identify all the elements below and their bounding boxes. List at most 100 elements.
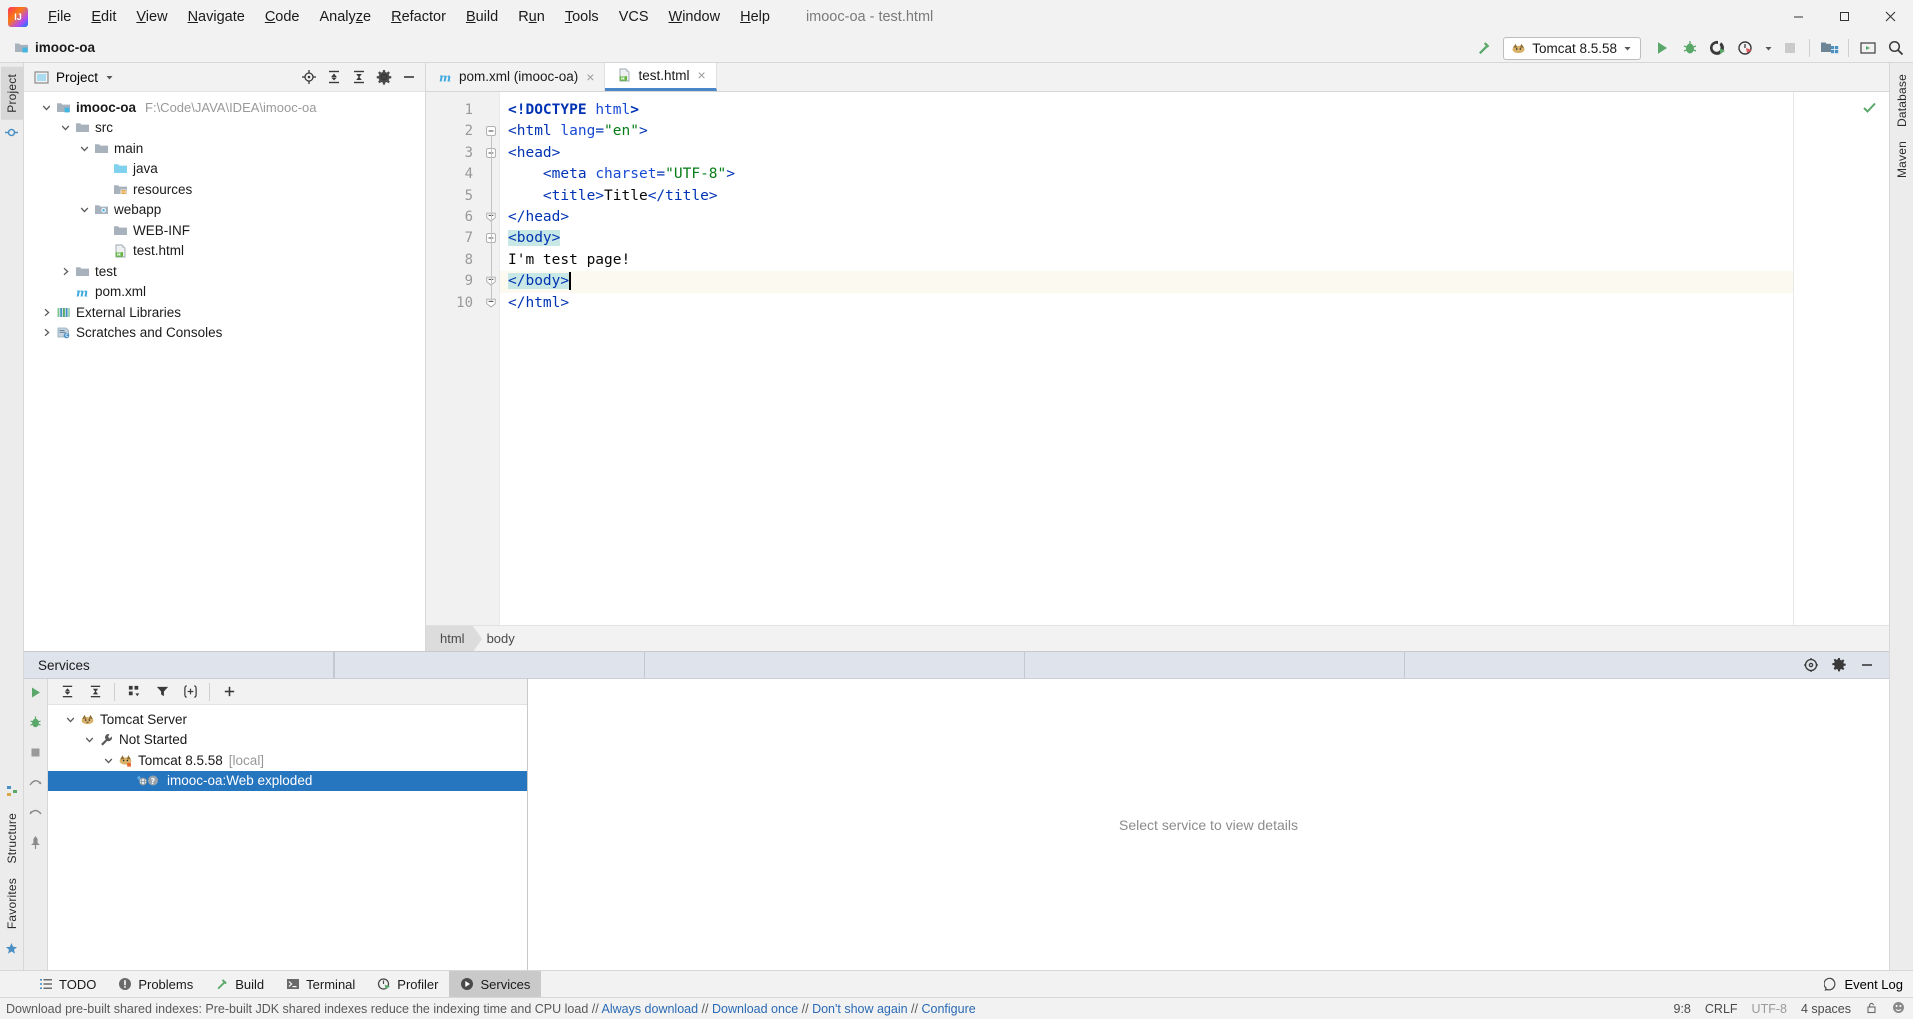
code-line-6[interactable]: </head> — [500, 207, 1889, 228]
stop-icon[interactable] — [1777, 36, 1803, 60]
caret-position[interactable]: 9:8 — [1674, 1002, 1691, 1016]
tool-window-button-todo[interactable]: TODO — [28, 971, 107, 998]
close-button[interactable] — [1867, 0, 1913, 33]
debug-icon[interactable] — [1677, 36, 1703, 60]
editor-tab-test.html[interactable]: Htest.html × — [605, 62, 717, 91]
project-tree-node-java[interactable]: java — [24, 159, 425, 180]
code-line-4[interactable]: <meta charset="UTF-8"> — [500, 164, 1889, 185]
new-tab-icon[interactable] — [177, 681, 203, 703]
status-link-always-download[interactable]: Always download — [601, 1002, 698, 1016]
menu-item-vcs[interactable]: VCS — [609, 6, 659, 28]
project-tree-node-pom-xml[interactable]: m pom.xml — [24, 282, 425, 303]
lock-icon[interactable] — [1865, 1001, 1878, 1017]
project-tree-node-webapp[interactable]: webapp — [24, 200, 425, 221]
services-tree-node-tomcat-8-5-58[interactable]: Tomcat 8.5.58 [local] — [48, 750, 527, 771]
search-everywhere-icon[interactable] — [1883, 36, 1909, 60]
project-tree-node-external-libraries[interactable]: External Libraries — [24, 302, 425, 323]
project-tree-node-src[interactable]: src — [24, 118, 425, 139]
services-tree-node-not-started[interactable]: Not Started — [48, 730, 527, 751]
breadcrumb-item-html[interactable]: html — [426, 626, 482, 652]
chevron-right-icon[interactable] — [38, 328, 54, 337]
run-icon[interactable] — [1649, 36, 1675, 60]
chevron-right-icon[interactable] — [57, 267, 73, 276]
favorites-star-icon[interactable] — [5, 942, 18, 958]
editor-tab-pom.xml[interactable]: m pom.xml (imooc-oa) × — [426, 62, 606, 91]
menu-item-tools[interactable]: Tools — [555, 6, 609, 28]
project-tree[interactable]: imooc-oa F:\Code\JAVA\IDEA\imooc-oa src mai… — [24, 92, 425, 651]
services-tree-node-tomcat-server[interactable]: Tomcat Server — [48, 709, 527, 730]
project-tree-node-test[interactable]: test — [24, 261, 425, 282]
build-hammer-icon[interactable] — [1471, 36, 1497, 60]
code-line-9[interactable]: </body> — [500, 271, 1889, 293]
file-encoding[interactable]: UTF-8 — [1752, 1002, 1787, 1016]
menu-item-view[interactable]: View — [126, 6, 177, 28]
menu-item-code[interactable]: Code — [255, 6, 310, 28]
update-icon[interactable] — [1855, 36, 1881, 60]
tool-window-button-services[interactable]: Services — [449, 970, 542, 998]
project-tree-node-scratches-and-consoles[interactable]: C Scratches and Consoles — [24, 323, 425, 344]
menu-item-build[interactable]: Build — [456, 6, 508, 28]
menu-item-window[interactable]: Window — [659, 6, 731, 28]
project-tree-node-web-inf[interactable]: WEB-INF — [24, 220, 425, 241]
chevron-down-icon[interactable] — [76, 205, 92, 214]
close-icon[interactable]: × — [695, 67, 707, 83]
debug-icon[interactable] — [28, 715, 43, 733]
collapse-all-icon[interactable] — [82, 681, 108, 703]
project-view-selector[interactable]: Project — [34, 70, 114, 85]
tool-window-button-build[interactable]: Build — [204, 971, 275, 998]
rail-tab-database[interactable]: Database — [1891, 67, 1913, 134]
code-line-7[interactable]: <body> — [500, 228, 1889, 249]
hide-icon[interactable] — [397, 66, 421, 89]
run-icon[interactable] — [28, 685, 43, 703]
services-tree[interactable]: Tomcat Server Not Started Tomcat 8.5.58 [lo… — [48, 705, 527, 970]
menu-item-file[interactable]: File — [38, 6, 81, 28]
locate-icon[interactable] — [297, 66, 321, 89]
menu-item-navigate[interactable]: Navigate — [178, 6, 255, 28]
settings-gear-icon[interactable] — [372, 66, 396, 89]
menu-item-refactor[interactable]: Refactor — [381, 6, 456, 28]
minimize-button[interactable] — [1775, 0, 1821, 33]
chevron-down-icon[interactable] — [76, 144, 92, 153]
tool-window-button-problems[interactable]: Problems — [107, 971, 204, 998]
chevron-right-icon[interactable] — [38, 308, 54, 317]
hide-icon[interactable] — [1855, 654, 1879, 677]
project-tree-node-imooc-oa[interactable]: imooc-oa F:\Code\JAVA\IDEA\imooc-oa — [24, 97, 425, 118]
expand-all-icon[interactable] — [322, 66, 346, 89]
commit-icon[interactable] — [5, 126, 18, 142]
status-link-download-once[interactable]: Download once — [712, 1002, 798, 1016]
code-editor[interactable]: 1 2 3 4 5 6 7 8 9 10 <!DOCTYPE html> <html lang="e… — [426, 92, 1889, 625]
indent-setting[interactable]: 4 spaces — [1801, 1002, 1851, 1016]
group-icon[interactable] — [121, 681, 147, 703]
menu-item-edit[interactable]: Edit — [81, 6, 126, 28]
chevron-down-icon[interactable] — [81, 735, 97, 744]
expand-all-icon[interactable] — [54, 681, 80, 703]
structure-rail-icon[interactable] — [6, 785, 18, 800]
project-name-widget[interactable]: imooc-oa — [0, 40, 95, 55]
project-tree-node-main[interactable]: main — [24, 138, 425, 159]
add-icon[interactable] — [216, 681, 242, 703]
rail-tab-favorites[interactable]: Favorites — [1, 871, 23, 936]
maximize-button[interactable] — [1821, 0, 1867, 33]
code-line-2[interactable]: <html lang="en"> — [500, 121, 1889, 142]
rail-tab-project[interactable]: Project — [0, 67, 23, 120]
step-back-icon[interactable] — [28, 805, 43, 823]
chevron-down-icon[interactable] — [57, 123, 73, 132]
profiler-icon[interactable] — [1733, 36, 1759, 60]
run-configuration-selector[interactable]: Tomcat 8.5.58 — [1503, 36, 1641, 60]
collapse-all-icon[interactable] — [347, 66, 371, 89]
chevron-down-icon[interactable] — [100, 756, 116, 765]
project-structure-icon[interactable] — [1816, 36, 1842, 60]
project-tree-node-test-html[interactable]: Htest.html — [24, 241, 425, 262]
code-text-area[interactable]: <!DOCTYPE html> <html lang="en"> <head> <m… — [500, 92, 1889, 625]
menu-item-analyze[interactable]: Analyze — [310, 6, 382, 28]
profiler-dropdown-icon[interactable] — [1761, 36, 1775, 60]
code-line-3[interactable]: <head> — [500, 143, 1889, 164]
code-line-5[interactable]: <title>Title</title> — [500, 186, 1889, 207]
gear-icon[interactable] — [1827, 654, 1851, 677]
menu-item-run[interactable]: Run — [508, 6, 555, 28]
rail-tab-maven[interactable]: Maven — [1891, 134, 1913, 185]
inspection-icon[interactable] — [1892, 1001, 1905, 1017]
project-tree-node-resources[interactable]: resources — [24, 179, 425, 200]
tool-window-button-terminal[interactable]: Terminal — [275, 971, 366, 998]
pin-icon[interactable] — [28, 835, 43, 853]
